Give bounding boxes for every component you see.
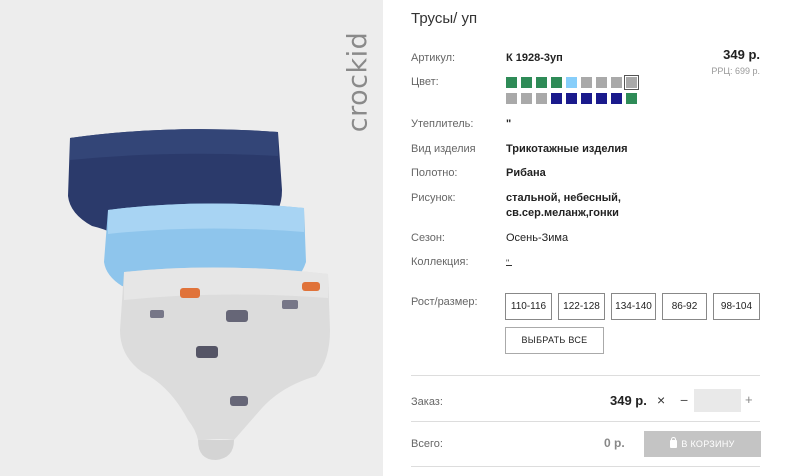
product-image [68, 129, 330, 460]
increment-button[interactable]: + [745, 392, 753, 407]
size-label: Рост/размер: [411, 296, 478, 308]
type-value: Трикотажные изделия [506, 143, 628, 155]
brand-watermark: crockid [336, 12, 380, 162]
color-swatch[interactable] [521, 77, 532, 88]
divider-bottom [411, 466, 760, 467]
color-swatch[interactable] [536, 77, 547, 88]
product-title: Трусы/ уп [411, 10, 478, 27]
article-label: Артикул: [411, 52, 456, 64]
insulation-value: " [506, 118, 512, 130]
color-swatch[interactable] [624, 75, 639, 90]
size-button-122-128[interactable]: 122-128 [558, 293, 605, 320]
quantity-input[interactable] [694, 389, 741, 412]
collection-label: Коллекция: [411, 256, 469, 268]
color-swatch[interactable] [596, 93, 607, 104]
color-swatch[interactable] [551, 77, 562, 88]
season-label: Сезон: [411, 232, 445, 244]
fabric-label: Полотно: [411, 167, 458, 179]
collection-underline [506, 265, 512, 266]
article-value: К 1928-3уп [506, 52, 563, 64]
color-swatch[interactable] [551, 93, 562, 104]
color-swatch[interactable] [521, 93, 532, 104]
bag-icon [670, 437, 678, 448]
order-price: 349 р. [610, 393, 647, 408]
size-button-98-104[interactable]: 98-104 [713, 293, 760, 320]
color-swatch[interactable] [536, 93, 547, 104]
order-label: Заказ: [411, 396, 443, 408]
divider-middle [411, 421, 760, 422]
add-to-cart-button[interactable]: В КОРЗИНУ [644, 431, 761, 457]
add-to-cart-label: В КОРЗИНУ [681, 439, 735, 449]
product-photo[interactable]: crockid [0, 0, 383, 476]
remove-icon[interactable]: × [657, 392, 665, 408]
season-value: Осень-Зима [506, 232, 569, 244]
brand-logo-text: crockid [342, 31, 374, 133]
color-swatch[interactable] [506, 93, 517, 104]
color-swatch[interactable] [581, 93, 592, 104]
color-swatch[interactable] [566, 77, 577, 88]
fabric-value: Рибана [506, 167, 546, 179]
size-button-110-116[interactable]: 110-116 [505, 293, 552, 320]
pattern-value-line2: св.сер.меланж,гонки [506, 207, 619, 219]
color-swatch[interactable] [506, 77, 517, 88]
divider-top [411, 375, 760, 376]
color-swatch[interactable] [611, 77, 622, 88]
color-label: Цвет: [411, 76, 439, 88]
pattern-value-line1: стальной, небесный, [506, 192, 621, 204]
color-swatch[interactable] [626, 93, 637, 104]
rrp-price: РРЦ: 699 р. [711, 66, 760, 76]
color-swatch[interactable] [596, 77, 607, 88]
insulation-label: Утеплитель: [411, 118, 474, 130]
select-all-button[interactable]: ВЫБРАТЬ ВСЕ [505, 327, 604, 354]
type-label: Вид изделия [411, 143, 476, 155]
price: 349 р. [723, 47, 760, 62]
color-swatch[interactable] [566, 93, 577, 104]
pattern-label: Рисунок: [411, 192, 456, 204]
color-swatch[interactable] [581, 77, 592, 88]
size-button-134-140[interactable]: 134-140 [611, 293, 656, 320]
decrement-button[interactable]: − [680, 392, 688, 408]
color-swatch[interactable] [611, 93, 622, 104]
collection-value: " [506, 258, 510, 268]
size-button-86-92[interactable]: 86-92 [662, 293, 707, 320]
total-label: Всего: [411, 438, 443, 450]
total-value: 0 р. [604, 436, 625, 450]
